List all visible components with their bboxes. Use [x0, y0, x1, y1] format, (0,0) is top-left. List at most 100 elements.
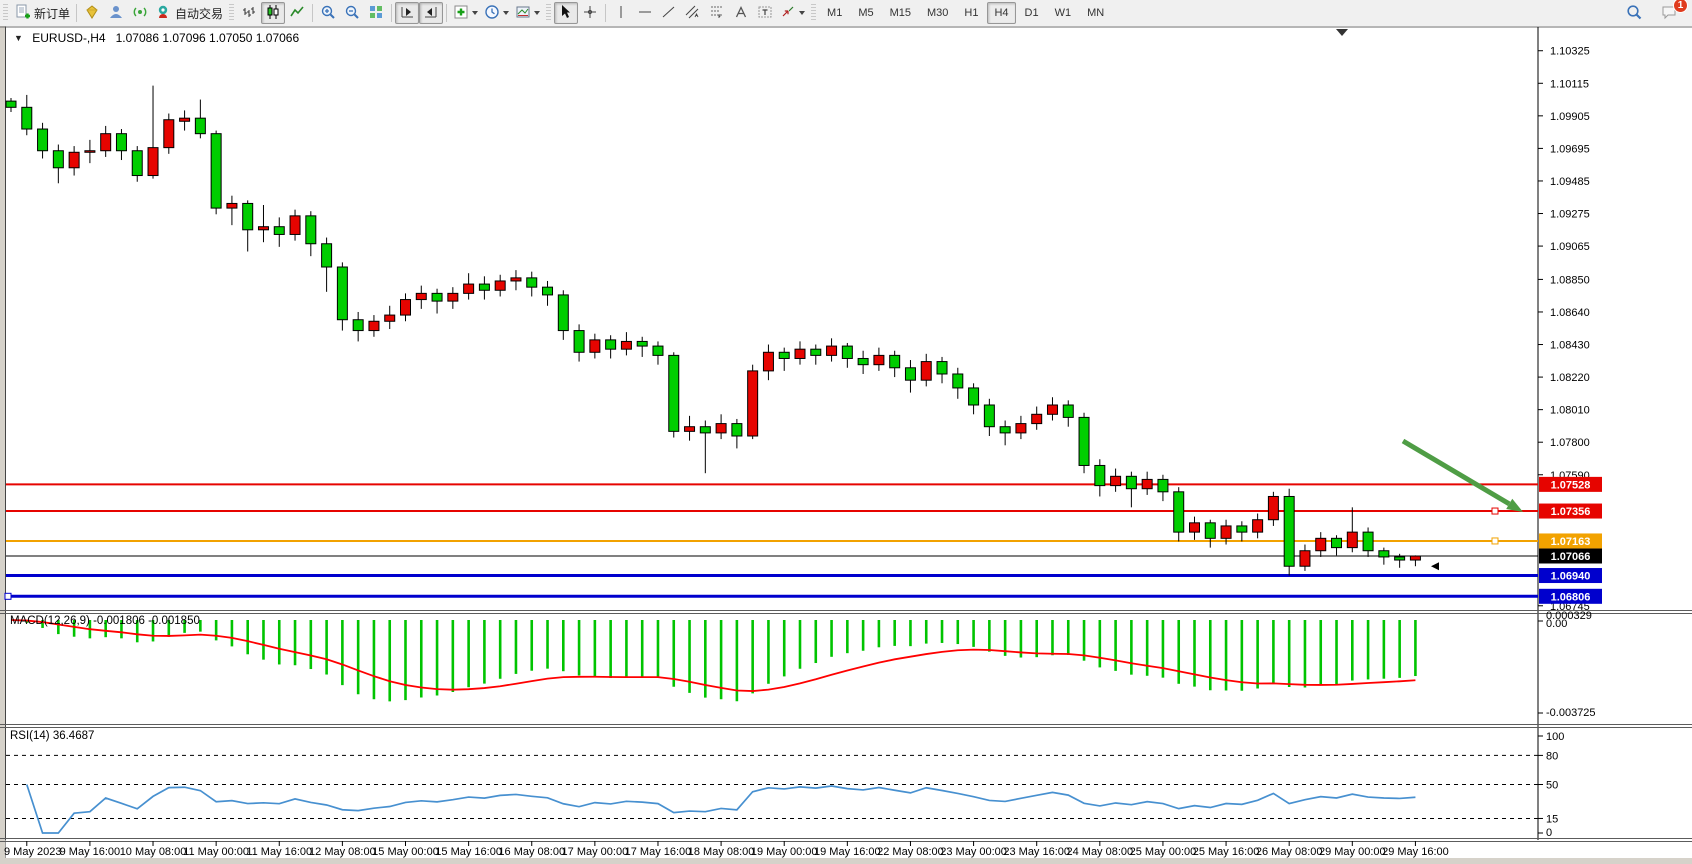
time-axis-label: 29 May 16:00: [1382, 846, 1449, 858]
price-marker-icon: [1431, 562, 1439, 570]
price-line-label-text: 1.07163: [1551, 536, 1591, 548]
candle-body: [558, 295, 568, 331]
axis-tick-label: 1.08010: [1550, 405, 1590, 417]
chart-canvas[interactable]: 1.103251.101151.099051.096951.094851.092…: [0, 0, 1692, 864]
symbol-dropdown-icon[interactable]: ▼: [14, 33, 23, 43]
candle-body: [479, 284, 489, 290]
axis-tick-label: 1.10115: [1550, 78, 1589, 90]
candle-body: [227, 203, 237, 208]
axis-tick-label: 1.09065: [1550, 241, 1590, 253]
candle-body: [306, 216, 316, 244]
candle-body: [953, 374, 963, 388]
candle-body: [401, 300, 411, 316]
candle-body: [69, 152, 79, 168]
candle-body: [258, 227, 268, 230]
candle-body: [606, 340, 616, 349]
symbol-title: EURUSD-,H4: [32, 31, 105, 45]
candle-body: [1095, 465, 1105, 485]
candle-body: [763, 352, 773, 371]
candle-body: [322, 244, 332, 267]
candle-body: [1332, 538, 1342, 547]
macd-indicator-label: MACD(12,26,9) -0.001806 -0.001850: [10, 615, 200, 627]
candle-body: [1063, 405, 1073, 417]
candle-body: [290, 216, 300, 235]
candle-body: [243, 203, 253, 229]
candle-body: [685, 427, 695, 432]
price-line-label-text: 1.06806: [1551, 591, 1591, 603]
axis-tick-label: 50: [1546, 780, 1558, 792]
line-drag-handle[interactable]: [1492, 508, 1498, 514]
candle-body: [779, 352, 789, 358]
candle-body: [1253, 520, 1263, 532]
candle-body: [874, 355, 884, 364]
axis-tick-label: 1.08850: [1550, 274, 1590, 286]
chart-shift-marker[interactable]: [1336, 29, 1348, 36]
axis-tick-label: 0.00: [1546, 618, 1567, 630]
time-axis-label: 9 May 16:00: [60, 846, 121, 858]
price-line-label-text: 1.07066: [1551, 551, 1591, 563]
axis-tick-label: 1.09905: [1550, 111, 1590, 123]
arrow-annotation[interactable]: [1403, 441, 1509, 504]
time-axis-label: 11 May 16:00: [246, 846, 312, 858]
candle-body: [1126, 476, 1136, 488]
time-axis-label: 15 May 00:00: [372, 846, 439, 858]
axis-tick-label: 1.10325: [1550, 46, 1590, 58]
time-axis-label: 23 May 00:00: [940, 846, 1007, 858]
time-axis-label: 19 May 16:00: [814, 846, 881, 858]
candle-body: [180, 118, 190, 121]
candle-body: [1284, 496, 1294, 566]
candle-body: [1190, 523, 1200, 532]
line-drag-handle[interactable]: [1492, 538, 1498, 544]
axis-tick-label: 1.08220: [1550, 372, 1590, 384]
candle-body: [1016, 424, 1026, 433]
candle-body: [574, 331, 584, 353]
candle-body: [1410, 556, 1420, 560]
axis-tick-label: 1.08430: [1550, 340, 1590, 352]
candle-body: [921, 362, 931, 381]
candle-body: [38, 129, 48, 151]
time-axis-label: 23 May 16:00: [1003, 846, 1070, 858]
time-axis-label: 19 May 00:00: [751, 846, 818, 858]
macd-signal-line: [11, 620, 1415, 691]
candle-body: [385, 315, 395, 321]
time-axis-label: 26 May 08:00: [1256, 846, 1323, 858]
candle-body: [827, 346, 837, 355]
candle-body: [1205, 523, 1215, 539]
candle-body: [716, 424, 726, 433]
time-axis-label: 25 May 00:00: [1130, 846, 1197, 858]
chart-title: ▼ EURUSD-,H4 1.07086 1.07096 1.07050 1.0…: [14, 31, 299, 45]
time-axis-label: 17 May 00:00: [562, 846, 629, 858]
candle-body: [700, 427, 710, 433]
candle-body: [543, 287, 553, 295]
candle-body: [164, 120, 174, 148]
candle-body: [748, 371, 758, 436]
axis-tick-label: 0: [1546, 827, 1552, 839]
candle-body: [53, 151, 63, 168]
candle-body: [116, 134, 126, 151]
time-axis-label: 18 May 08:00: [688, 846, 755, 858]
time-axis-label: 17 May 16:00: [625, 846, 692, 858]
candle-body: [369, 321, 379, 330]
candle-body: [353, 320, 363, 331]
candle-body: [969, 388, 979, 405]
candle-body: [590, 340, 600, 352]
axis-tick-label: 1.09695: [1550, 143, 1590, 155]
candle-body: [1079, 417, 1089, 465]
axis-tick-label: 1.09275: [1550, 209, 1590, 221]
candle-body: [1347, 532, 1357, 548]
time-axis-label: 10 May 08:00: [120, 846, 187, 858]
candle-body: [937, 362, 947, 374]
axis-tick-label: 1.08640: [1550, 307, 1590, 319]
candle-body: [148, 148, 158, 176]
candle-body: [669, 355, 679, 431]
candle-body: [511, 278, 521, 281]
axis-tick-label: 1.07800: [1550, 437, 1590, 449]
candle-body: [337, 267, 347, 320]
line-drag-handle[interactable]: [5, 593, 11, 599]
candle-body: [1111, 476, 1121, 485]
candle-body: [1221, 526, 1231, 538]
candle-body: [1300, 551, 1310, 567]
candle-body: [621, 341, 631, 349]
rsi-line: [27, 785, 1416, 834]
candle-body: [416, 293, 426, 299]
